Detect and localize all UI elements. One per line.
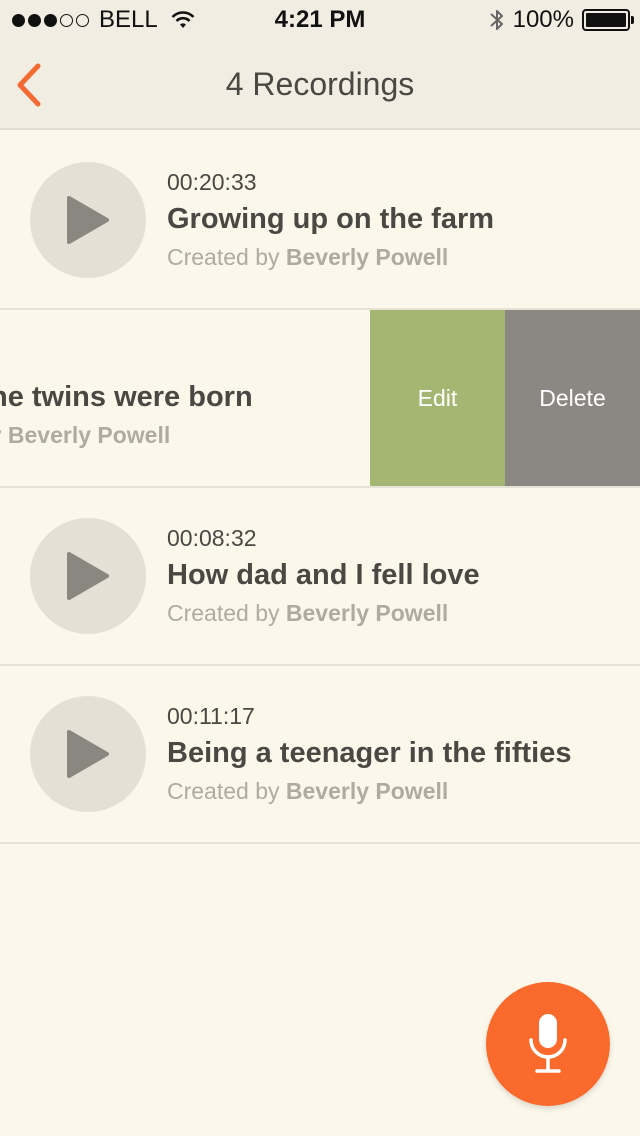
recording-duration: 00:20:33 [167, 169, 257, 195]
play-button[interactable] [30, 162, 146, 278]
recording-row[interactable]: 00:11:17 Being a teenager in the fifties… [0, 666, 640, 844]
recording-row-content: 00:08:32 How dad and I fell love Created… [0, 488, 640, 664]
play-button[interactable] [30, 696, 146, 812]
recording-row-content: 00:20:33 Growing up on the farm Created … [0, 132, 640, 308]
bluetooth-icon [489, 10, 503, 30]
recording-row[interactable]: 00:08:32 How dad and I fell love Created… [0, 488, 640, 666]
record-button[interactable] [486, 982, 610, 1106]
wifi-icon [171, 11, 195, 28]
status-right: 100% [489, 6, 634, 34]
delete-button[interactable]: Delete [505, 310, 640, 486]
creator-prefix: Created by [167, 600, 280, 626]
creator-prefix: Created by [167, 244, 280, 270]
recordings-list: 00:20:33 Growing up on the farm Created … [0, 132, 640, 844]
swipe-actions: Edit Delete [370, 310, 640, 486]
recording-info: 00:11:17 Being a teenager in the fifties… [167, 702, 630, 806]
recording-creator: Created by Beverly Powell [167, 776, 630, 806]
creator-prefix: y [0, 422, 2, 448]
recording-info: 00:08:32 How dad and I fell love Created… [167, 524, 630, 628]
microphone-icon [529, 1014, 567, 1073]
play-icon [67, 196, 109, 244]
navigation-bar: 4 Recordings [0, 40, 640, 130]
signal-strength-icon [12, 13, 89, 27]
recording-duration: 00:11:17 [167, 703, 255, 729]
carrier-name: BELL [99, 6, 158, 33]
creator-name: Beverly Powell [285, 244, 449, 270]
play-icon [67, 552, 109, 600]
recording-row-content: 00:11:17 Being a teenager in the fifties… [0, 666, 640, 842]
creator-name: Beverly Powell [285, 778, 449, 804]
recording-row-swiped[interactable]: he twins were born y Beverly Powell Edit… [0, 310, 640, 488]
creator-prefix: Created by [167, 778, 280, 804]
status-left: BELL [12, 6, 196, 34]
battery-icon [582, 9, 634, 31]
page-title: 4 Recordings [225, 66, 415, 102]
battery-percent: 100% [512, 6, 574, 33]
recording-title: Growing up on the farm [167, 203, 495, 235]
edit-button[interactable]: Edit [370, 310, 505, 486]
recording-info: 00:20:33 Growing up on the farm Created … [167, 168, 630, 272]
creator-name: Beverly Powell [7, 422, 171, 448]
recording-duration: 00:08:32 [167, 525, 257, 551]
recording-creator: Created by Beverly Powell [167, 598, 630, 628]
recording-title: Being a teenager in the fifties [167, 737, 572, 769]
status-bar: BELL 4:21 PM 100% [0, 0, 640, 40]
play-icon [67, 730, 109, 778]
recording-creator: Created by Beverly Powell [167, 242, 630, 272]
creator-name: Beverly Powell [285, 600, 449, 626]
recording-title: How dad and I fell love [167, 559, 480, 591]
recording-row[interactable]: 00:20:33 Growing up on the farm Created … [0, 132, 640, 310]
play-button[interactable] [30, 518, 146, 634]
